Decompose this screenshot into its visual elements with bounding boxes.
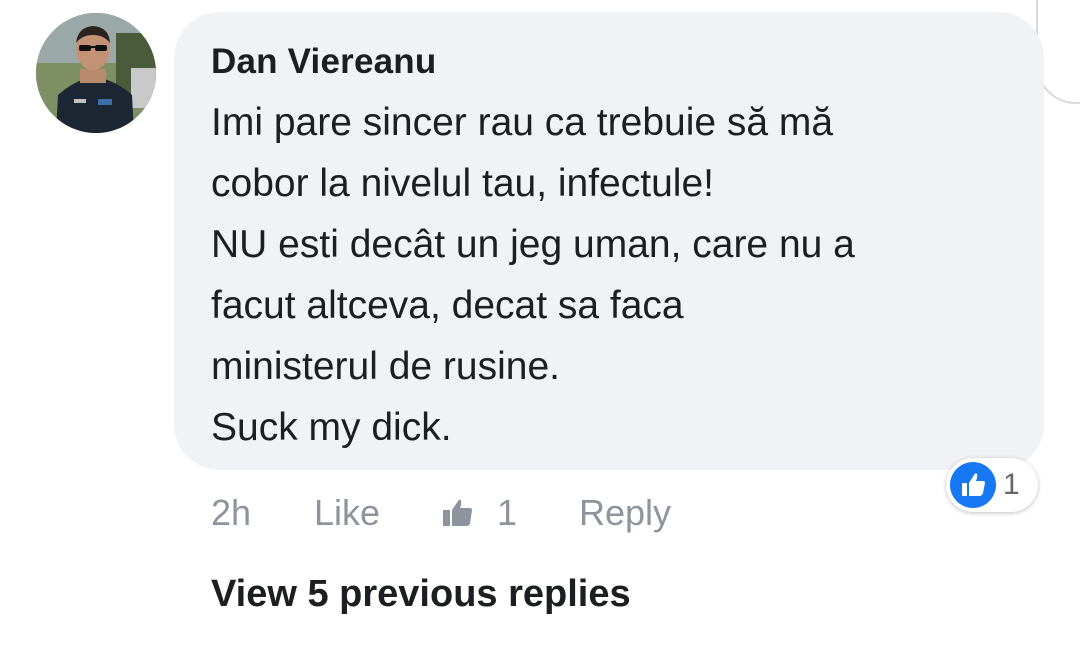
comment-screen: Dan Viereanu Imi pare sincer rau ca treb… xyxy=(0,0,1080,649)
avatar-photo-icon xyxy=(36,13,156,133)
comment-line: NU esti decât un jeg uman, care nu a xyxy=(211,223,855,266)
timestamp[interactable]: 2h xyxy=(211,489,251,537)
comment-line: facut altceva, decat sa faca xyxy=(211,284,684,327)
view-previous-replies-link[interactable]: View 5 previous replies xyxy=(211,573,631,616)
reply-button[interactable]: Reply xyxy=(579,489,671,537)
like-button[interactable]: Like xyxy=(314,489,380,537)
comment-line: Suck my dick. xyxy=(211,406,452,449)
comment-author[interactable]: Dan Viereanu xyxy=(211,42,436,82)
thumbs-up-outline-icon xyxy=(441,498,477,533)
comment-line: Imi pare sincer rau ca trebuie să mă xyxy=(211,101,834,144)
comment-actions: 2h Like 1 Reply xyxy=(0,489,1080,537)
like-count: 1 xyxy=(497,492,518,533)
comment-text: Imi pare sincer rau ca trebuie să mă cob… xyxy=(211,92,1031,458)
comment-bubble: Dan Viereanu Imi pare sincer rau ca treb… xyxy=(174,12,1044,470)
avatar[interactable] xyxy=(36,13,156,133)
comment-line: ministerul de rusine. xyxy=(211,345,560,388)
comment-line: cobor la nivelul tau, infectule! xyxy=(211,162,714,205)
